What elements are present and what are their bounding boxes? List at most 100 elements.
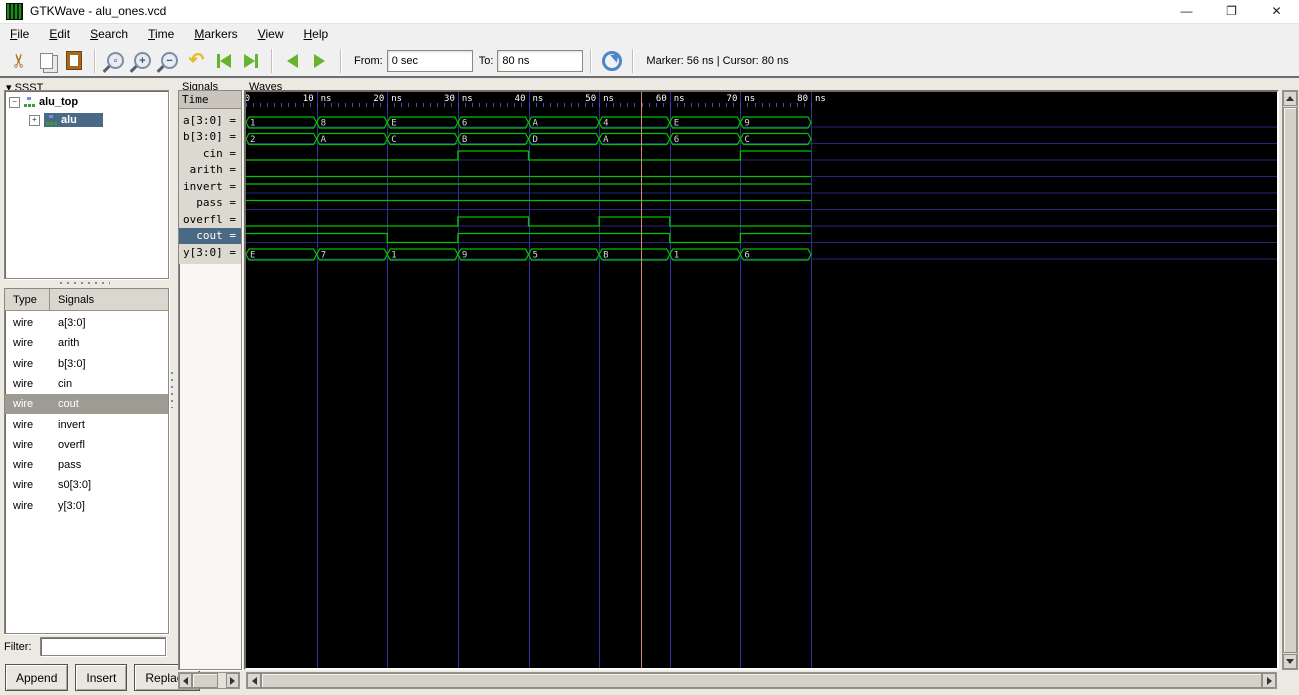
svg-text:A: A [321, 135, 327, 145]
scroll-thumb[interactable] [1283, 107, 1297, 653]
menu-search[interactable]: Search [80, 24, 138, 41]
wave-window[interactable]: 0 10 ns 20 ns 30 ns 40 ns 50 ns 60 ns 70 ns 80 ns 1 8 E 6 A 4 E… [244, 90, 1279, 670]
scroll-up-button[interactable] [1283, 91, 1297, 106]
signal-table: Type Signals wire a[3:0] wire arith wire b[3:… [4, 288, 169, 634]
from-input[interactable] [386, 49, 473, 72]
toolbar-separator [632, 48, 634, 73]
sst-tree: − alu_top + alu [4, 90, 169, 279]
wave-name-invert[interactable]: invert = [179, 179, 241, 195]
signals-horizontal-scrollbar[interactable] [178, 672, 240, 689]
svg-text:4: 4 [603, 119, 608, 129]
pane-handle[interactable] [60, 282, 110, 284]
to-end-icon[interactable] [237, 47, 264, 74]
gtkwave-window: GTKWave - alu_ones.vcd — ❐ ✕ File Edit Sea… [0, 0, 1299, 695]
insert-button[interactable]: Insert [75, 664, 128, 691]
wave-name-a[3:0][interactable]: a[3:0] = [179, 113, 241, 129]
filter-input[interactable] [40, 637, 166, 656]
signal-row-invert[interactable]: wire invert [5, 415, 168, 435]
cut-icon[interactable]: ✂ [6, 47, 33, 74]
expander-minus-icon[interactable]: − [9, 96, 20, 108]
signal-row-arith[interactable]: wire arith [5, 333, 168, 353]
shift-left-icon[interactable]: ↶ [183, 47, 210, 74]
to-label: To: [478, 54, 494, 67]
action-buttons: Append Insert Replace [5, 664, 201, 691]
from-label: From: [354, 54, 383, 67]
scroll-left-button[interactable] [247, 673, 261, 688]
wave-name-cout[interactable]: cout = [179, 228, 241, 244]
signal-row-cout[interactable]: wire cout [5, 394, 168, 415]
waveform-canvas[interactable]: 0 10 ns 20 ns 30 ns 40 ns 50 ns 60 ns 70 ns 80 ns 1 8 E 6 A 4 E… [245, 92, 1277, 668]
scroll-down-button[interactable] [1283, 654, 1297, 669]
menu-help[interactable]: Help [294, 24, 339, 41]
signal-row-overfl[interactable]: wire overfl [5, 435, 168, 455]
signal-table-header: Type Signals [5, 289, 168, 311]
zoom-fit-icon[interactable]: ▫ [102, 47, 129, 74]
wave-name-cin[interactable]: cin = [179, 146, 241, 162]
menu-time[interactable]: Time [138, 24, 184, 41]
to-start-icon[interactable] [210, 47, 237, 74]
scroll-right-button[interactable] [1262, 673, 1276, 688]
marker-cursor-status: Marker: 56 ns | Cursor: 80 ns [646, 54, 789, 67]
menu-bar: File Edit Search Time Markers View Help [0, 24, 1299, 45]
svg-text:7: 7 [321, 251, 326, 261]
tree-node-alu[interactable]: + alu [29, 111, 103, 129]
toolbar: ✂ ▫ + − ↶ From: To: Marker: 56 ns | Curs… [0, 45, 1299, 78]
svg-text:20: 20 [373, 94, 384, 104]
expander-plus-icon[interactable]: + [29, 114, 40, 126]
toolbar-separator [590, 48, 592, 73]
zoom-in-icon[interactable]: + [129, 47, 156, 74]
signal-row-b[3:0][interactable]: wire b[3:0] [5, 354, 168, 374]
wave-name-arith[interactable]: arith = [179, 162, 241, 178]
waves-horizontal-scrollbar[interactable] [246, 672, 1277, 689]
signal-row-y[3:0][interactable]: wire y[3:0] [5, 496, 168, 516]
menu-edit[interactable]: Edit [39, 24, 80, 41]
close-button[interactable]: ✕ [1254, 0, 1299, 23]
pane-handle[interactable] [171, 372, 173, 408]
toolbar-separator [340, 48, 341, 73]
signal-row-cin[interactable]: wire cin [5, 374, 168, 394]
time-header: Time [179, 91, 241, 109]
wave-name-y[3:0][interactable]: y[3:0] = [179, 245, 241, 261]
append-button[interactable]: Append [5, 664, 69, 691]
toolbar-separator [271, 48, 272, 73]
hierarchy-icon [46, 115, 57, 125]
svg-text:6: 6 [744, 251, 749, 261]
scroll-thumb[interactable] [261, 673, 1262, 688]
back-icon[interactable] [279, 47, 306, 74]
tree-node-alu_top[interactable]: − alu_top [9, 93, 78, 111]
svg-text:6: 6 [462, 119, 467, 129]
signal-row-s0[3:0][interactable]: wire s0[3:0] [5, 475, 168, 495]
menu-file[interactable]: File [0, 24, 39, 41]
waves-vertical-scrollbar[interactable] [1282, 90, 1298, 670]
signal-row-pass[interactable]: wire pass [5, 455, 168, 475]
svg-text:30: 30 [444, 94, 455, 104]
svg-text:E: E [674, 119, 679, 129]
scroll-right-button[interactable] [226, 673, 239, 688]
scroll-thumb[interactable] [192, 673, 218, 688]
maximize-button[interactable]: ❐ [1209, 0, 1254, 23]
column-type[interactable]: Type [5, 289, 50, 310]
svg-text:ns: ns [674, 94, 685, 104]
forward-icon[interactable] [306, 47, 333, 74]
paste-icon[interactable] [60, 47, 87, 74]
signal-row-a[3:0][interactable]: wire a[3:0] [5, 313, 168, 333]
svg-text:40: 40 [515, 94, 526, 104]
to-input[interactable] [497, 49, 584, 72]
zoom-out-icon[interactable]: − [156, 47, 183, 74]
svg-text:1: 1 [391, 251, 396, 261]
menu-view[interactable]: View [248, 24, 294, 41]
svg-text:80: 80 [797, 94, 808, 104]
minimize-button[interactable]: — [1164, 0, 1209, 23]
wave-name-overfl[interactable]: overfl = [179, 212, 241, 228]
svg-text:C: C [391, 135, 396, 145]
menu-markers[interactable]: Markers [184, 24, 247, 41]
copy-icon[interactable] [33, 47, 60, 74]
column-signals[interactable]: Signals [50, 294, 94, 306]
scroll-left-button[interactable] [179, 673, 192, 688]
wave-name-pass[interactable]: pass = [179, 195, 241, 211]
reload-icon[interactable] [598, 47, 625, 74]
svg-text:ns: ns [462, 94, 473, 104]
filter-label: Filter: [4, 641, 32, 653]
svg-text:C: C [744, 135, 749, 145]
wave-name-b[3:0][interactable]: b[3:0] = [179, 129, 241, 145]
